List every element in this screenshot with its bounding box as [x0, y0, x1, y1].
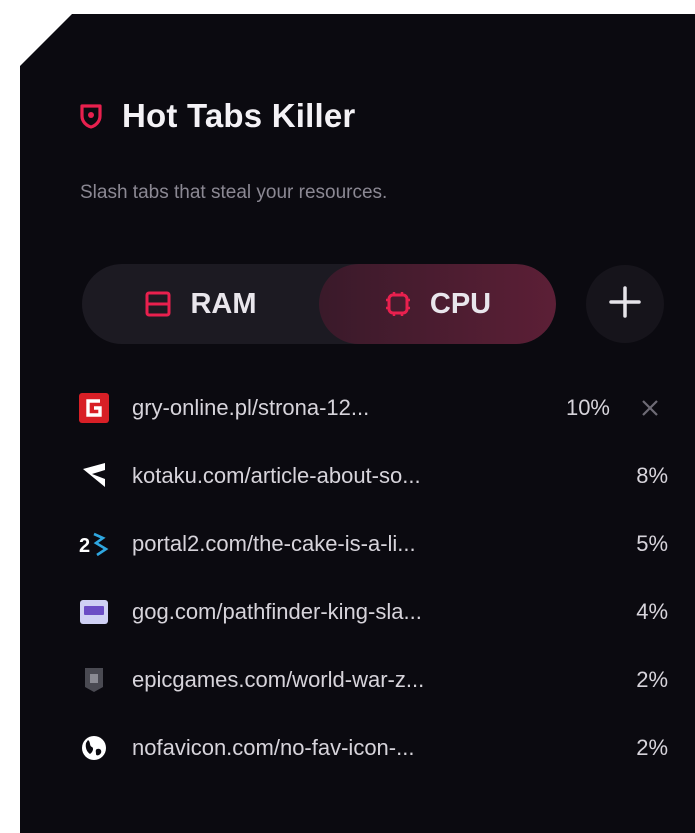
shield-logo-icon	[78, 103, 104, 129]
popup-panel: Hot Tabs Killer Slash tabs that steal yo…	[20, 14, 695, 833]
cpu-icon	[384, 290, 412, 318]
tab-row[interactable]: 2 portal2.com/the-cake-is-a-li... 5%	[78, 510, 668, 578]
tab-url: epicgames.com/world-war-z...	[132, 667, 425, 692]
tab-row[interactable]: nofavicon.com/no-fav-icon-... 2%	[78, 714, 668, 782]
add-button[interactable]	[586, 265, 664, 343]
tab-row[interactable]: gog.com/pathfinder-king-sla... 4%	[78, 578, 668, 646]
tab-url: gry-online.pl/strona-12...	[132, 395, 370, 420]
tab-url: gog.com/pathfinder-king-sla...	[132, 599, 422, 624]
tab-cpu-percent: 5%	[636, 531, 668, 556]
svg-text:2: 2	[79, 535, 90, 557]
tab-cpu-percent: 2%	[636, 735, 668, 760]
globe-icon	[78, 732, 110, 764]
portal2-favicon: 2	[78, 528, 110, 560]
tab-row[interactable]: kotaku.com/article-about-so... 8%	[78, 442, 668, 510]
tab-row[interactable]: gry-online.pl/strona-12... 10%	[78, 374, 668, 442]
tab-list: gry-online.pl/strona-12... 10% kotaku.co…	[78, 374, 668, 782]
close-icon[interactable]	[638, 396, 662, 420]
header: Hot Tabs Killer	[78, 92, 355, 140]
tab-cpu-percent: 2%	[636, 667, 668, 692]
toggle-ram-label: RAM	[190, 287, 257, 320]
tab-row[interactable]: epicgames.com/world-war-z... 2%	[78, 646, 668, 714]
gry-online-favicon	[78, 392, 110, 424]
tab-cpu-percent: 4%	[636, 599, 668, 624]
resource-toggle: RAM CPU	[82, 264, 556, 344]
tab-url: portal2.com/the-cake-is-a-li...	[132, 531, 416, 556]
plus-icon	[608, 285, 642, 324]
toggle-cpu[interactable]: CPU	[319, 264, 556, 344]
toggle-ram[interactable]: RAM	[82, 264, 319, 344]
tab-cpu-percent: 10%	[565, 395, 610, 420]
tab-url: kotaku.com/article-about-so...	[132, 463, 421, 488]
kotaku-favicon	[78, 460, 110, 492]
toggle-cpu-label: CPU	[429, 287, 492, 320]
gog-favicon	[78, 596, 110, 628]
app-subtitle: Slash tabs that steal your resources.	[80, 182, 388, 203]
memory-icon	[144, 290, 172, 318]
tab-url: nofavicon.com/no-fav-icon-...	[132, 735, 415, 760]
epicgames-favicon	[78, 664, 110, 696]
tab-cpu-percent: 8%	[636, 463, 668, 488]
app-title: Hot Tabs Killer	[122, 97, 356, 134]
